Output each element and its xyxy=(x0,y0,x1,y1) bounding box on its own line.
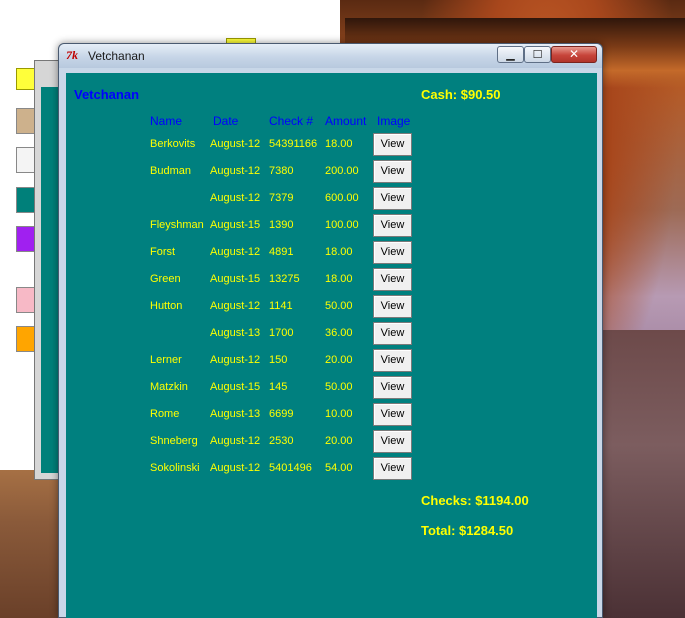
view-image-button[interactable]: View xyxy=(373,160,412,183)
table-row: Berkovits August-12 54391166 18.00 View xyxy=(66,131,597,158)
row-check-number: 1390 xyxy=(269,219,294,231)
view-image-button[interactable]: View xyxy=(373,376,412,399)
row-check-number: 145 xyxy=(269,381,288,393)
view-image-button[interactable]: View xyxy=(373,187,412,210)
title-bar[interactable]: 7k Vetchanan ▁ ☐ ✕ xyxy=(59,44,602,68)
row-name: Matzkin xyxy=(150,381,188,393)
row-date: August-12 xyxy=(210,435,261,447)
row-amount: 50.00 xyxy=(325,300,353,312)
row-name: Green xyxy=(150,273,181,285)
view-image-button[interactable]: View xyxy=(373,268,412,291)
row-amount: 20.00 xyxy=(325,354,353,366)
row-amount: 18.00 xyxy=(325,246,353,258)
table-row: August-13 1700 36.00 View xyxy=(66,320,597,347)
row-date: August-15 xyxy=(210,381,261,393)
row-date: August-13 xyxy=(210,408,261,420)
row-name: Lerner xyxy=(150,354,182,366)
table-row: Sokolinski August-12 5401496 54.00 View xyxy=(66,455,597,482)
row-date: August-13 xyxy=(210,327,261,339)
row-date: August-12 xyxy=(210,138,261,150)
row-name: Forst xyxy=(150,246,176,258)
row-check-number: 1700 xyxy=(269,327,294,339)
row-date: August-12 xyxy=(210,300,261,312)
checks-panel: Vetchanan Cash: $90.50 Name Date Check #… xyxy=(66,73,597,618)
column-header-date: Date xyxy=(213,114,239,128)
row-amount: 54.00 xyxy=(325,462,353,474)
row-check-number: 4891 xyxy=(269,246,294,258)
row-name: Rome xyxy=(150,408,180,420)
view-image-button[interactable]: View xyxy=(373,322,412,345)
row-name: Fleyshman xyxy=(150,219,204,231)
row-amount: 10.00 xyxy=(325,408,353,420)
row-check-number: 1141 xyxy=(269,300,293,312)
row-date: August-12 xyxy=(210,354,261,366)
row-amount: 100.00 xyxy=(325,219,359,231)
view-image-button[interactable]: View xyxy=(373,214,412,237)
checks-total: Checks: $1194.00 xyxy=(421,493,529,508)
row-name: Budman xyxy=(150,165,191,177)
row-check-number: 6699 xyxy=(269,408,294,420)
table-row: Rome August-13 6699 10.00 View xyxy=(66,401,597,428)
table-row: Fleyshman August-15 1390 100.00 View xyxy=(66,212,597,239)
table-row: Green August-15 13275 18.00 View xyxy=(66,266,597,293)
row-date: August-15 xyxy=(210,273,261,285)
column-header-name: Name xyxy=(150,114,183,128)
row-date: August-12 xyxy=(210,462,261,474)
row-date: August-12 xyxy=(210,246,261,258)
view-image-button[interactable]: View xyxy=(373,403,412,426)
row-check-number: 150 xyxy=(269,354,288,366)
row-name: Berkovits xyxy=(150,138,196,150)
column-header-amount: Amount xyxy=(325,114,367,128)
row-name: Sokolinski xyxy=(150,462,200,474)
row-date: August-15 xyxy=(210,219,261,231)
wallpaper-cliff xyxy=(600,330,685,618)
cash-total: Cash: $90.50 xyxy=(421,87,501,102)
vetchanan-window[interactable]: 7k Vetchanan ▁ ☐ ✕ Vetchanan Cash: $90.5… xyxy=(58,43,603,618)
column-header-image: Image xyxy=(377,114,411,128)
table-row: Budman August-12 7380 200.00 View xyxy=(66,158,597,185)
view-image-button[interactable]: View xyxy=(373,430,412,453)
minimize-button[interactable]: ▁ xyxy=(497,46,524,63)
row-amount: 50.00 xyxy=(325,381,353,393)
row-amount: 36.00 xyxy=(325,327,353,339)
view-image-button[interactable]: View xyxy=(373,241,412,264)
grand-total: Total: $1284.50 xyxy=(421,523,514,538)
column-header-check-number: Check # xyxy=(269,114,314,128)
row-name: Hutton xyxy=(150,300,183,312)
row-date: August-12 xyxy=(210,192,261,204)
table-row: Lerner August-12 150 20.00 View xyxy=(66,347,597,374)
view-image-button[interactable]: View xyxy=(373,349,412,372)
row-date: August-12 xyxy=(210,165,261,177)
row-check-number: 54391166 xyxy=(269,138,318,150)
view-image-button[interactable]: View xyxy=(373,295,412,318)
row-check-number: 7379 xyxy=(269,192,294,204)
tk-app-icon: 7k xyxy=(66,48,78,62)
table-row: Hutton August-12 1141 50.00 View xyxy=(66,293,597,320)
row-check-number: 2530 xyxy=(269,435,294,447)
maximize-button[interactable]: ☐ xyxy=(524,46,551,63)
close-button[interactable]: ✕ xyxy=(551,46,597,63)
table-row: Shneberg August-12 2530 20.00 View xyxy=(66,428,597,455)
window-title: Vetchanan xyxy=(88,49,145,63)
row-amount: 600.00 xyxy=(325,192,359,204)
row-name: Shneberg xyxy=(150,435,198,447)
table-row: Matzkin August-15 145 50.00 View xyxy=(66,374,597,401)
row-check-number: 5401496 xyxy=(269,462,312,474)
row-amount: 18.00 xyxy=(325,138,353,150)
table-row: August-12 7379 600.00 View xyxy=(66,185,597,212)
row-amount: 200.00 xyxy=(325,165,359,177)
row-check-number: 7380 xyxy=(269,165,294,177)
account-name: Vetchanan xyxy=(74,87,140,102)
row-amount: 20.00 xyxy=(325,435,353,447)
row-check-number: 13275 xyxy=(269,273,300,285)
view-image-button[interactable]: View xyxy=(373,457,412,480)
table-row: Forst August-12 4891 18.00 View xyxy=(66,239,597,266)
row-amount: 18.00 xyxy=(325,273,353,285)
view-image-button[interactable]: View xyxy=(373,133,412,156)
